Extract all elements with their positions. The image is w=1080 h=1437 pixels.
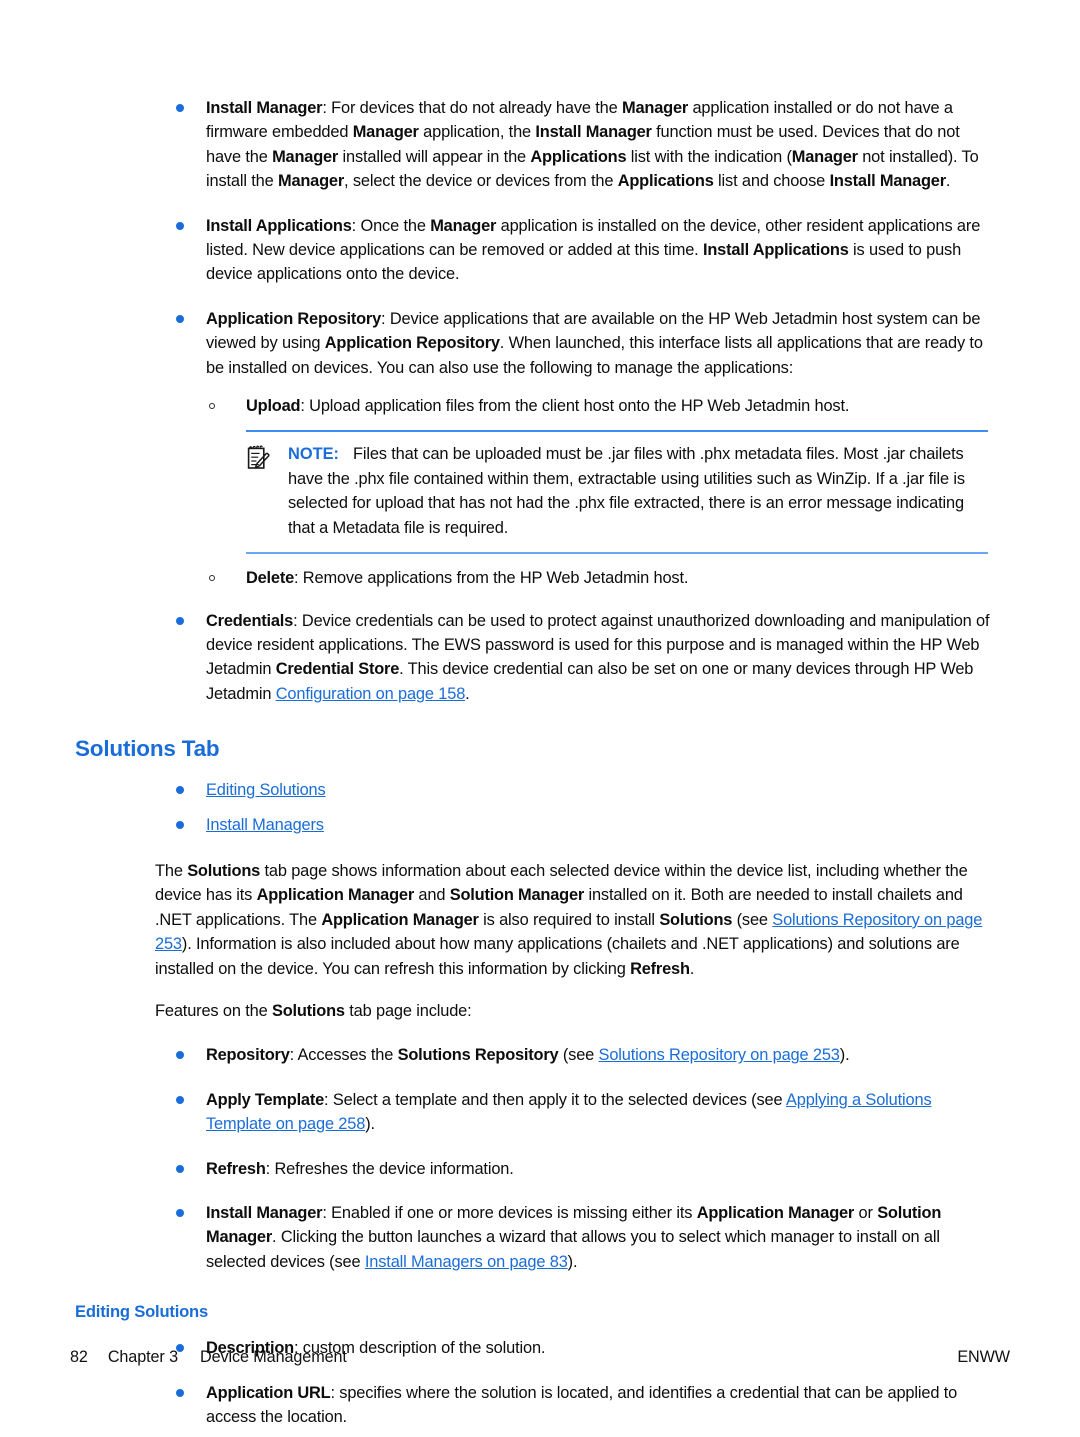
bullet-marker-icon <box>176 1095 184 1104</box>
footer-page-number: 82 <box>70 1348 88 1366</box>
bullet-marker-icon <box>176 1209 184 1217</box>
note-message: Files that can be uploaded must be .jar … <box>288 445 965 537</box>
note-body: NOTE: Files that can be uploaded must be … <box>288 442 988 540</box>
linkbullet-install-managers: Install Managers <box>70 813 995 837</box>
bullet-repository: Repository: Accesses the Solutions Repos… <box>70 1043 995 1067</box>
section-heading-solutions-tab: Solutions Tab <box>75 736 220 762</box>
subsection-heading-editing-solutions: Editing Solutions <box>75 1302 209 1322</box>
note-callout: NOTE: Files that can be uploaded must be … <box>246 430 988 555</box>
bullet-text: Install Applications: Once the Manager a… <box>206 216 981 284</box>
bullet-text: Application URL: specifies where the sol… <box>206 1383 958 1427</box>
bullet-install-applications: Install Applications: Once the Manager a… <box>70 214 995 287</box>
link-editing-solutions[interactable]: Editing Solutions <box>206 781 326 799</box>
bullet-text: Install Manager: For devices that do not… <box>206 99 979 191</box>
bullet-install-manager: Install Manager: For devices that do not… <box>70 96 995 194</box>
footer-chapter-title: Device Management <box>200 1348 347 1366</box>
bullet-text: Install Manager: Enabled if one or more … <box>206 1204 942 1271</box>
xref-solutions-repository-253b[interactable]: Solutions Repository on page 253 <box>599 1046 840 1064</box>
footer-locale: ENWW <box>957 1348 1010 1366</box>
features-intro: Features on the Solutions tab page inclu… <box>155 1001 472 1020</box>
bullet-text: Credentials: Device credentials can be u… <box>206 611 990 703</box>
note-label: NOTE: <box>288 445 339 464</box>
bullet-apply-template: Apply Template: Select a template and th… <box>70 1088 995 1137</box>
page-content: Install Manager: For devices that do not… <box>70 96 995 1429</box>
linkbullet-editing-solutions: Editing Solutions <box>70 778 995 802</box>
bullet-text: Refresh: Refreshes the device informatio… <box>206 1159 514 1178</box>
solutions-intro-paragraph: The Solutions tab page shows information… <box>155 861 983 978</box>
bullet-marker-icon <box>176 1164 184 1173</box>
xref-configuration-158[interactable]: Configuration on page 158 <box>276 685 466 703</box>
bullet-marker-icon <box>176 786 184 795</box>
footer-chapter: Chapter 3 <box>107 1348 179 1366</box>
link-install-managers[interactable]: Install Managers <box>206 816 324 834</box>
bullet-marker-icon <box>176 616 184 625</box>
bullet-application-url: Application URL: specifies where the sol… <box>70 1381 995 1430</box>
hollow-bullet-marker-icon <box>209 575 215 582</box>
xref-install-managers-83[interactable]: Install Managers on page 83 <box>365 1253 568 1271</box>
page-footer: 82 Chapter 3 Device Management ENWW <box>70 1348 1010 1367</box>
footer-left: 82 Chapter 3 Device Management <box>70 1348 347 1367</box>
bullet-marker-icon <box>176 1051 184 1060</box>
subbullet-text: Delete: Remove applications from the HP … <box>246 569 689 588</box>
bullet-text: Apply Template: Select a template and th… <box>206 1090 932 1134</box>
bullet-credentials: Credentials: Device credentials can be u… <box>70 609 995 707</box>
note-pad-pencil-icon <box>246 444 272 472</box>
bullet-install-manager-feature: Install Manager: Enabled if one or more … <box>70 1201 995 1274</box>
note-inner: NOTE: Files that can be uploaded must be … <box>246 442 988 540</box>
subbullet-text: Upload: Upload application files from th… <box>246 397 850 416</box>
subbullet-delete: Delete: Remove applications from the HP … <box>70 566 995 590</box>
xref-solutions-repository-253[interactable]: Solutions Repository on page 253 <box>155 911 982 953</box>
bullet-marker-icon <box>176 104 184 112</box>
bullet-marker-icon <box>176 1388 184 1397</box>
bullet-marker-icon <box>176 221 184 230</box>
bullet-marker-icon <box>176 820 184 829</box>
hollow-bullet-marker-icon <box>209 403 215 410</box>
bullet-marker-icon <box>176 314 184 323</box>
bullet-application-repository: Application Repository: Device applicati… <box>70 307 995 380</box>
bullet-text: Application Repository: Device applicati… <box>206 309 983 377</box>
document-page: Install Manager: For devices that do not… <box>0 0 1080 1437</box>
subbullet-upload: Upload: Upload application files from th… <box>70 394 995 418</box>
bullet-refresh: Refresh: Refreshes the device informatio… <box>70 1157 995 1181</box>
bullet-text: Repository: Accesses the Solutions Repos… <box>206 1046 850 1065</box>
